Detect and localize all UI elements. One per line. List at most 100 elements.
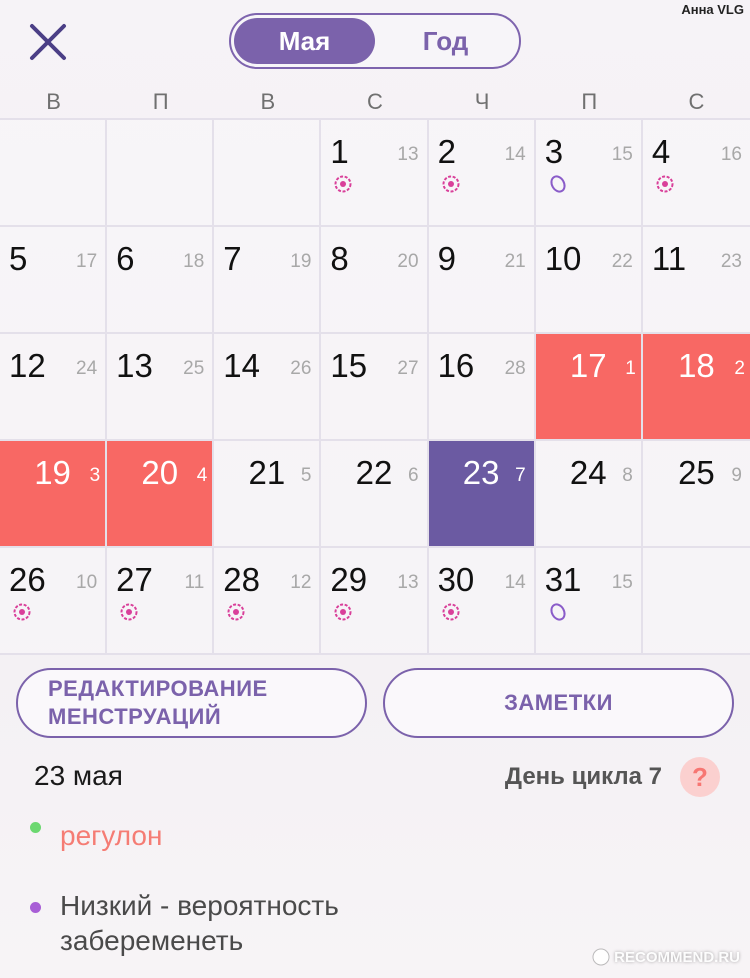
day-number: 30 (437, 561, 475, 598)
calendar-day[interactable]: 7 19 (214, 227, 322, 334)
calendar-empty-cell (214, 120, 322, 227)
weekday-label: П (152, 89, 169, 114)
cycle-day-number: 22 (611, 251, 633, 272)
day-number: 15 (330, 347, 368, 384)
notes-button[interactable]: ЗАМЕТКИ (383, 668, 734, 738)
weekday-label: Ч (474, 89, 490, 114)
weekday-header: В П В С Ч П С (0, 87, 750, 117)
probability-dot-icon (30, 902, 41, 913)
calendar-day[interactable]: 11 23 (642, 227, 750, 334)
question-icon: ? (692, 761, 708, 792)
day-number: 14 (223, 347, 260, 384)
edit-menstruation-button[interactable]: РЕДАКТИРОВАНИЕ МЕНСТРУАЦИЙ (16, 668, 367, 738)
weekday-label: С (367, 89, 383, 114)
calendar-empty-cell (642, 548, 750, 655)
cycle-day-number: 13 (397, 144, 419, 165)
day-number: 3 (544, 133, 564, 170)
cycle-day-number: 19 (290, 251, 312, 272)
calendar-day[interactable]: 14 26 (214, 334, 322, 441)
toggle-year[interactable]: Год (375, 18, 516, 64)
calendar-day[interactable]: 15 27 (321, 334, 429, 441)
calendar-day[interactable]: 22 6 (321, 441, 429, 548)
cycle-day-number: 27 (397, 358, 419, 379)
view-toggle: Мая Год (229, 13, 521, 69)
calendar-day[interactable]: 27 11 (107, 548, 215, 655)
cycle-day-label: День цикла 7 (504, 763, 662, 790)
calendar-day[interactable]: 19 3 (0, 441, 108, 548)
day-number: 27 (116, 561, 153, 598)
calendar-day[interactable]: 29 13 (321, 548, 429, 655)
cycle-day-number: 24 (76, 358, 98, 379)
pill-flower-icon (655, 174, 675, 194)
day-number: 6 (116, 240, 135, 277)
calendar-day[interactable]: 3 15 (535, 120, 643, 227)
calendar-day[interactable]: 18 2 (642, 334, 750, 441)
medication-label[interactable]: регулон (60, 820, 162, 852)
calendar-day[interactable]: 26 10 (0, 548, 108, 655)
edit-menstruation-label: РЕДАКТИРОВАНИЕ МЕНСТРУАЦИЙ (48, 676, 268, 729)
cycle-day-number: 5 (300, 465, 312, 486)
calendar-day[interactable]: 2 14 (428, 120, 536, 227)
pill-flower-icon (333, 174, 353, 194)
calendar-day[interactable]: 24 8 (535, 441, 643, 548)
calendar-day[interactable]: 28 12 (214, 548, 322, 655)
cycle-day-number: 14 (504, 572, 526, 593)
weekday-label: В (260, 89, 276, 114)
cycle-day-number: 6 (407, 465, 419, 486)
day-number: 10 (544, 240, 582, 277)
day-number: 31 (544, 561, 582, 598)
medication-dot-icon (30, 822, 41, 833)
cycle-day-number: 20 (397, 251, 419, 272)
calendar-day[interactable]: 23 7 (428, 441, 536, 548)
day-number: 28 (223, 561, 260, 598)
day-number: 8 (330, 240, 349, 277)
calendar-day[interactable]: 4 16 (642, 120, 750, 227)
calendar-day[interactable]: 13 25 (107, 334, 215, 441)
day-number: 4 (651, 133, 671, 170)
pill-flower-icon (333, 602, 353, 622)
calendar-day[interactable]: 1 13 (321, 120, 429, 227)
calendar-day[interactable]: 16 28 (428, 334, 536, 441)
cycle-day-number: 10 (76, 572, 98, 593)
calendar-grid: 1 13 2 14 3 15 4 16 5 17 6 18 7 19 8 20 9 21 10 22 11 23 12 24 1… (0, 118, 750, 655)
day-number: 1 (330, 133, 349, 170)
day-number: 13 (116, 347, 153, 384)
day-number: 16 (437, 347, 475, 384)
calendar-day[interactable]: 12 24 (0, 334, 108, 441)
close-button[interactable] (24, 18, 72, 66)
weekday-label: В (46, 89, 61, 114)
cycle-day-number: 15 (611, 144, 633, 165)
calendar-day[interactable]: 9 21 (428, 227, 536, 334)
day-number: 2 (437, 133, 456, 170)
cycle-day-number: 16 (720, 144, 742, 165)
calendar-day[interactable]: 6 18 (107, 227, 215, 334)
cycle-day-number: 21 (504, 251, 526, 272)
calendar-empty-cell (107, 120, 215, 227)
calendar-day[interactable]: 8 20 (321, 227, 429, 334)
pill-flower-icon (226, 602, 246, 622)
calendar-day[interactable]: 30 14 (428, 548, 536, 655)
calendar-day[interactable]: 10 22 (535, 227, 643, 334)
cycle-day-number: 11 (184, 572, 205, 593)
cycle-day-number: 8 (622, 465, 633, 486)
calendar-day[interactable]: 20 4 (107, 441, 215, 548)
calendar-day[interactable]: 31 15 (535, 548, 643, 655)
cycle-day-number: 9 (731, 465, 742, 486)
cycle-day-number: 28 (504, 358, 526, 379)
calendar-day[interactable]: 17 1 (535, 334, 643, 441)
notes-label: ЗАМЕТКИ (504, 690, 613, 715)
help-button[interactable]: ? (680, 757, 720, 797)
recommend-watermark: RECOMMEND.RU (592, 948, 740, 966)
calendar-day[interactable]: 21 5 (214, 441, 322, 548)
cycle-day-number: 23 (720, 251, 742, 272)
ovum-icon (548, 174, 568, 194)
cycle-day-number: 18 (183, 251, 205, 272)
calendar-day[interactable]: 5 17 (0, 227, 108, 334)
cycle-day-number: 3 (89, 465, 101, 486)
calendar-day[interactable]: 25 9 (642, 441, 750, 548)
cycle-day-number: 15 (611, 572, 633, 593)
cycle-day-number: 12 (290, 572, 312, 593)
toggle-month[interactable]: Мая (234, 18, 375, 64)
calendar-empty-cell (0, 120, 108, 227)
weekday-label: П (581, 89, 598, 114)
